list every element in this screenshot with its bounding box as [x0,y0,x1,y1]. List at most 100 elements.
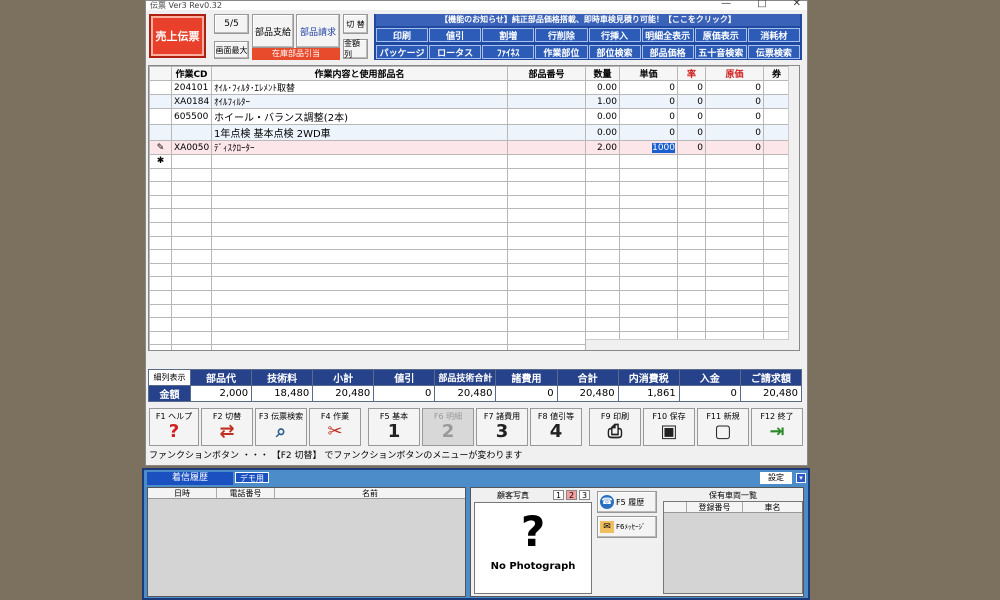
cell-cost[interactable]: 0 [705,108,764,125]
cell-work-cd[interactable]: 204101 [171,80,212,95]
insert-row-button[interactable]: 行挿入 [588,28,641,42]
cell-work-cd[interactable] [171,154,212,169]
cell-work-cd[interactable] [171,124,212,141]
table-row[interactable] [149,317,790,332]
cell-quantity[interactable] [585,154,620,169]
cell-extra[interactable] [763,108,790,125]
table-row[interactable] [149,194,790,210]
collapse-icon[interactable]: ▾ [796,473,806,483]
discount-button[interactable]: 値引 [429,28,482,42]
cell-unit-price-editing[interactable]: 1000 [619,140,678,155]
cell-unit-price[interactable]: 0 [619,108,678,125]
kana-search-button[interactable]: 五十音検索 [694,45,747,59]
f8-discount-button[interactable]: F8 値引等 4 [530,408,582,446]
part-search-button[interactable]: 部位検索 [588,45,641,59]
f6-message-button[interactable]: ✉ F6ﾒｯｾｰｼﾞ [597,516,657,538]
cell-rate[interactable]: 0 [677,94,706,109]
package-button[interactable]: パッケージ [376,45,429,59]
f9-print-button[interactable]: F9 印刷 ⎙ [589,408,641,446]
vertical-scrollbar[interactable] [788,66,799,350]
cell-cost[interactable]: 0 [705,124,764,141]
table-row[interactable] [149,289,790,305]
table-row[interactable]: ✎ XA0050 ﾃﾞｨｽｸﾛｰﾀｰ 2.00 1000 0 0 [149,140,790,155]
cell-rate[interactable] [677,154,706,169]
table-row[interactable]: 204101 ｵｲﾙ･ﾌｨﾙﾀ･ｴﾚﾒﾝﾄ取替 0.00 0 0 0 [149,80,790,95]
f3-slip-search-button[interactable]: F3 伝票検索 ⌕ [255,408,307,446]
show-all-details-button[interactable]: 明細全表示 [641,28,694,42]
cell-cost[interactable]: 0 [705,94,764,109]
table-row[interactable] [149,276,790,291]
work-part-button[interactable]: 作業部位 [535,45,588,59]
cell-part-number[interactable] [507,124,586,141]
table-row[interactable] [149,262,790,278]
cell-work-name[interactable]: ホイール・バランス調整(2本) [211,108,508,125]
maximize-button[interactable]: □ [757,0,766,9]
cell-part-number[interactable] [507,108,586,125]
slip-search-button[interactable]: 伝票検索 [747,45,800,59]
table-row[interactable] [149,167,790,183]
show-cost-button[interactable]: 原価表示 [694,28,747,42]
f5-basic-button[interactable]: F5 基本 1 [368,408,420,446]
minimize-button[interactable]: — [721,0,731,9]
table-row[interactable] [149,249,790,264]
f10-save-button[interactable]: F10 保存 ▣ [643,408,695,446]
f1-help-button[interactable]: F1 ヘルプ? [149,408,199,446]
table-row[interactable]: ✱ [149,154,790,169]
cell-quantity[interactable]: 1.00 [585,94,620,109]
col-work-cd[interactable]: 作業CD [171,66,212,81]
f5-history-button[interactable]: ☎ F5 履歴 [597,491,657,513]
cell-work-name[interactable]: ｵｲﾙ･ﾌｨﾙﾀ･ｴﾚﾒﾝﾄ取替 [211,80,508,95]
table-row[interactable] [149,208,790,223]
parts-request-button[interactable]: 部品請求 [296,14,340,48]
cell-extra[interactable] [763,140,790,155]
cell-extra[interactable] [763,124,790,141]
col-work-name[interactable]: 作業内容と使用部品名 [211,66,508,81]
f7-misc-fees-button[interactable]: F7 諸費用 3 [476,408,528,446]
detail-view-button[interactable]: 細列表示 [148,369,191,386]
cell-extra[interactable] [763,80,790,95]
close-button[interactable]: ✕ [793,0,801,9]
sales-slip-button[interactable]: 売上伝票 [149,14,206,58]
cell-extra[interactable] [763,154,790,169]
f12-exit-button[interactable]: F12 終了 ⇥ [751,408,803,446]
table-row[interactable]: XA0184 ｵｲﾙﾌｨﾙﾀｰ 1.00 0 0 0 [149,94,790,109]
cell-work-name[interactable]: 1年点検 基本点検 2WD車 [211,124,508,141]
tab-demo[interactable]: デモ用 [235,472,269,483]
col-cost[interactable]: 原価 [705,66,764,81]
cell-cost[interactable]: 0 [705,80,764,95]
parts-price-button[interactable]: 部品価格 [641,45,694,59]
col-rate[interactable]: 率 [677,66,706,81]
table-row[interactable] [149,303,790,319]
selected-price-text[interactable]: 1000 [652,142,675,153]
cell-work-cd[interactable]: XA0184 [171,94,212,109]
photo-page-1[interactable]: 1 [553,490,564,500]
parts-payment-button[interactable]: 部品支給 [252,14,294,48]
cell-work-name[interactable]: ｵｲﾙﾌｨﾙﾀｰ [211,94,508,109]
table-row[interactable]: 605500 ホイール・バランス調整(2本) 0.00 0 0 0 [149,108,790,125]
print-button[interactable]: 印刷 [376,28,429,42]
table-row[interactable] [149,221,790,237]
cell-unit-price[interactable]: 0 [619,80,678,95]
horizontal-scrollbar[interactable] [586,339,789,350]
lotus-button[interactable]: ロータス [429,45,482,59]
finesse-button[interactable]: ﾌｧｲﾈｽ [482,45,535,59]
cell-quantity[interactable]: 2.00 [585,140,620,155]
maximize-screen-button[interactable]: 画面最大 [214,41,249,59]
stock-parts-button[interactable]: 在庫部品引当 [252,48,340,60]
photo-page-3[interactable]: 3 [579,490,590,500]
cell-work-name[interactable] [211,154,508,169]
col-part-number[interactable]: 部品番号 [507,66,586,81]
consumables-button[interactable]: 消耗材 [747,28,800,42]
cell-cost[interactable]: 0 [705,140,764,155]
f6-details-button[interactable]: F6 明細 2 [422,408,474,446]
f11-new-button[interactable]: F11 新規 ▢ [697,408,749,446]
surcharge-button[interactable]: 割増 [482,28,535,42]
cell-part-number[interactable] [507,154,586,169]
photo-page-2[interactable]: 2 [566,490,577,500]
col-unit-price[interactable]: 単価 [619,66,678,81]
f4-work-button[interactable]: F4 作業 ✂ [309,408,361,446]
cell-rate[interactable]: 0 [677,124,706,141]
cell-quantity[interactable]: 0.00 [585,108,620,125]
cell-rate[interactable]: 0 [677,80,706,95]
cell-part-number[interactable] [507,140,586,155]
